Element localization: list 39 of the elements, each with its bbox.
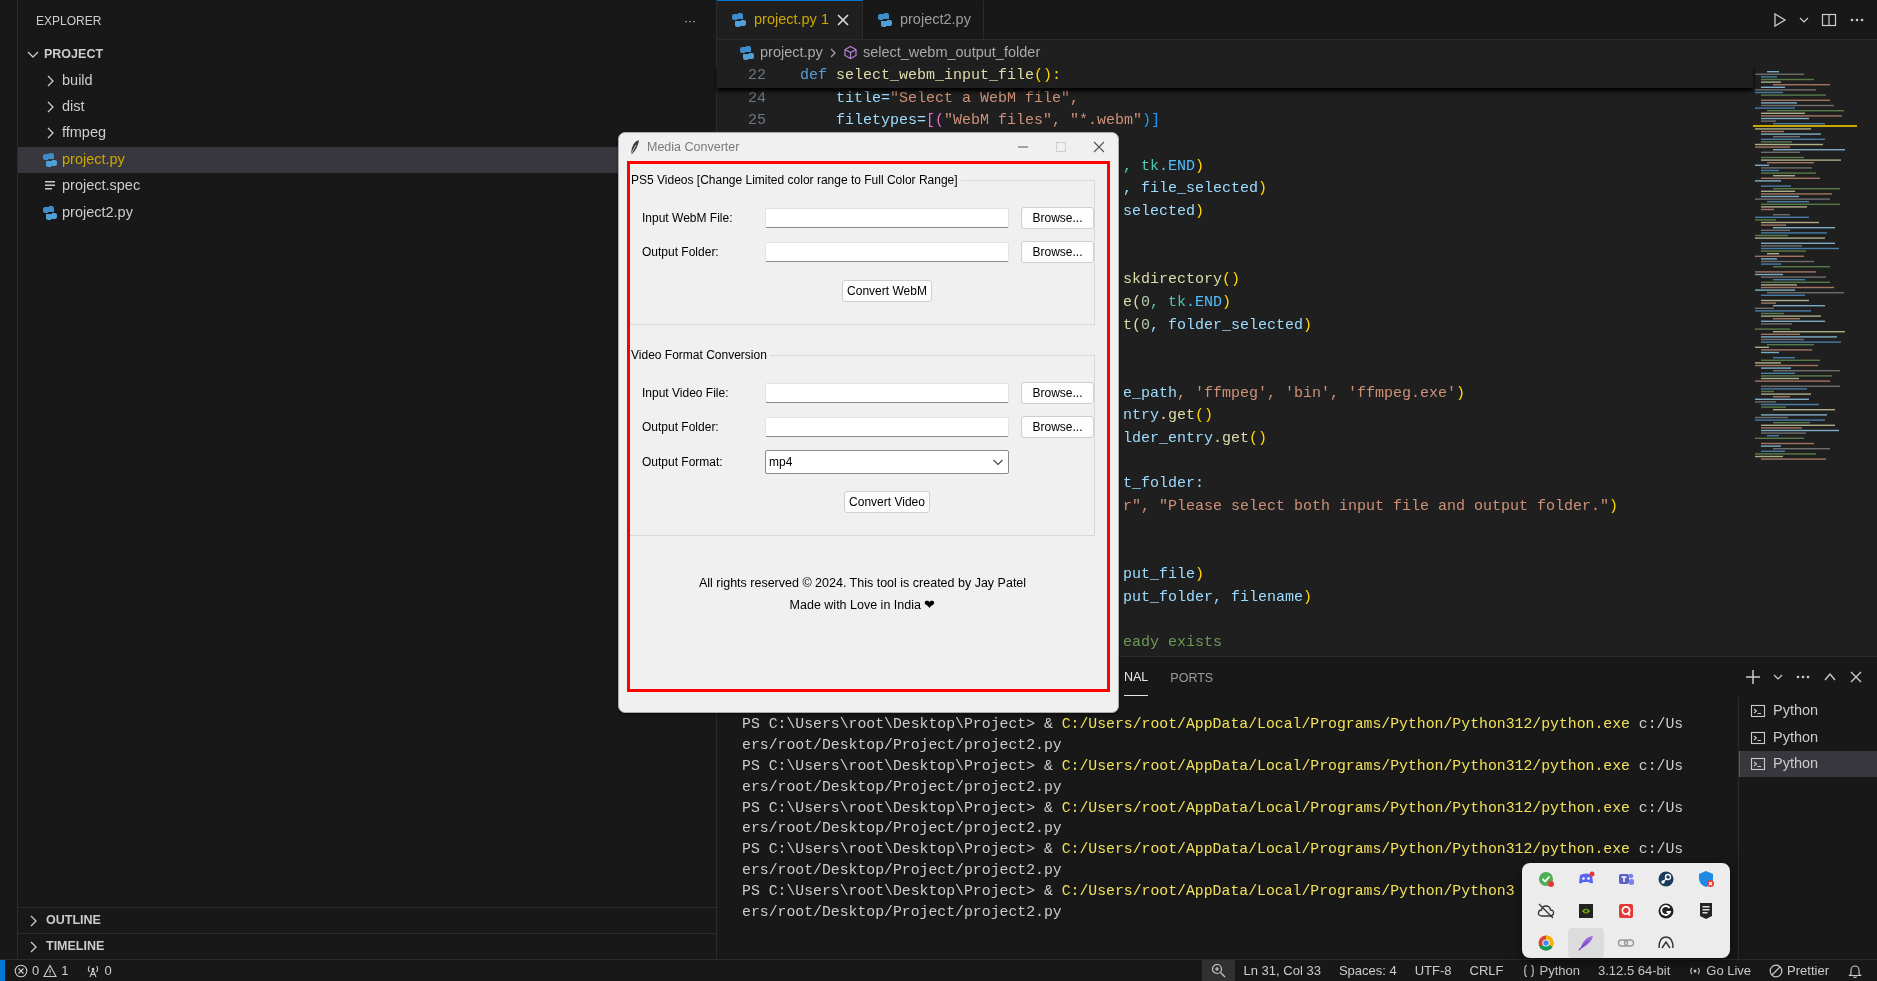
field-label: Output Folder: bbox=[642, 419, 720, 436]
code-line: put_folder, filename) bbox=[1123, 587, 1313, 608]
terminal-line: ers/root/Desktop/Project/project2.py bbox=[742, 861, 1062, 881]
footer-text: Made with Love in India ❤ bbox=[788, 597, 937, 614]
code-line: e_path, 'ffmpeg', 'bin', 'ffmpeg.exe') bbox=[1123, 383, 1466, 404]
code-line: def select_webm_input_file(): bbox=[800, 66, 1062, 86]
explorer-title: EXPLORER bbox=[36, 12, 102, 30]
code-line: lder_entry.get() bbox=[1123, 429, 1268, 449]
terminal-line: PS C:\Users\root\Desktop\Project> & C:/Users/root/AppData/Local/Programs/Python/Python312/python.exe c:/Us bbox=[742, 798, 1684, 818]
terminal-line: PS C:\Users\root\Desktop\Project> & C:/Users/root/AppData/Local/Programs/Python/Python3 bbox=[742, 882, 1515, 902]
field-label: Output Format: bbox=[642, 454, 724, 471]
code-line: t_folder: bbox=[1123, 474, 1204, 495]
code-line: e(0, tk.END) bbox=[1123, 292, 1232, 313]
terminal-line: ers/root/Desktop/Project/project2.py bbox=[742, 735, 1062, 755]
terminal-line: PS C:\Users\root\Desktop\Project> & C:/Users/root/AppData/Local/Programs/Python/Python312/python.exe c:/Us bbox=[742, 840, 1684, 860]
line-number: 24 bbox=[747, 88, 767, 109]
line-number: 25 bbox=[747, 111, 767, 132]
terminal-line: PS C:\Users\root\Desktop\Project> & C:/Users/root/AppData/Local/Programs/Python/Python312/python.exe c:/Us bbox=[742, 756, 1684, 776]
code-line: eady exists bbox=[1123, 633, 1223, 654]
code-line: , file_selected) bbox=[1123, 179, 1268, 200]
code-line: title="Select a WebM file", bbox=[835, 88, 1080, 109]
field-label: Output Folder: bbox=[642, 244, 720, 261]
code-line: skdirectory() bbox=[1123, 270, 1241, 291]
terminal-line: ers/root/Desktop/Project/project2.py bbox=[742, 819, 1062, 839]
field-label: Input Video File: bbox=[642, 385, 730, 402]
code-line: t(0, folder_selected) bbox=[1123, 315, 1313, 336]
group-title: PS5 Videos [Change Limited color range to Full Color Range] bbox=[630, 172, 961, 188]
code-line: put_file) bbox=[1123, 565, 1205, 586]
terminal-line: ers/root/Desktop/Project/project2.py bbox=[742, 903, 1062, 922]
line-number: 22 bbox=[747, 66, 767, 86]
code-line: r", "Please select both input file and output folder.") bbox=[1123, 497, 1619, 518]
terminal-line: ers/root/Desktop/Project/project2.py bbox=[742, 777, 1062, 797]
terminal-line: PS C:\Users\root\Desktop\Project> & C:/Users/root/AppData/Local/Programs/Python/Python312/python.exe c:/Us bbox=[742, 715, 1684, 734]
code-line: selected) bbox=[1123, 202, 1205, 223]
code-line: filetypes=[("WebM files", "*.webm")] bbox=[835, 111, 1161, 132]
code-line: , tk.END) bbox=[1123, 156, 1205, 177]
field-label: Input WebM File: bbox=[642, 210, 734, 227]
code-line: ntry.get() bbox=[1123, 406, 1214, 427]
footer-text: All rights reserved © 2024. This tool is created by Jay Patel bbox=[697, 575, 1028, 592]
